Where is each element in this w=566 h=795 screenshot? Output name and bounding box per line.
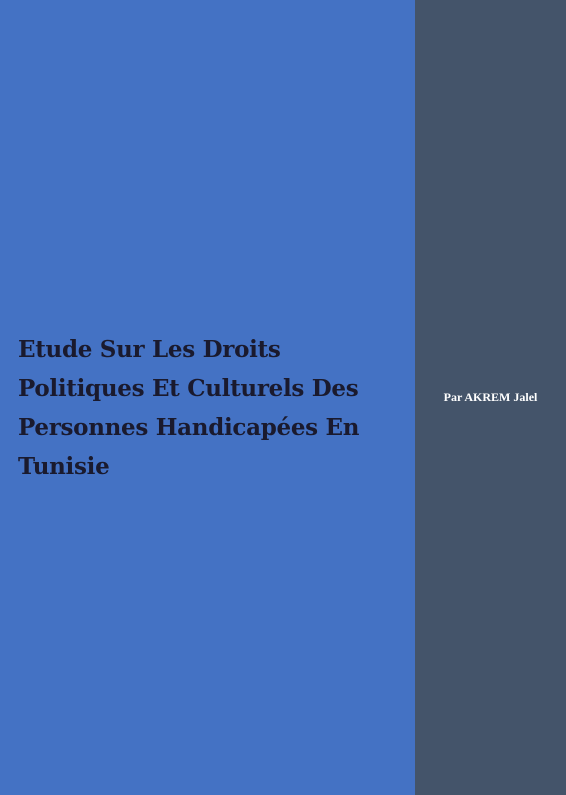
cover-left-panel: Etude Sur Les Droits Politiques Et Cultu… <box>0 0 415 795</box>
document-cover: Etude Sur Les Droits Politiques Et Cultu… <box>0 0 566 795</box>
cover-title-line-1: Etude Sur Les Droits <box>18 336 281 363</box>
cover-author: Par AKREM Jalel <box>443 390 538 404</box>
cover-title-line-3: Personnes Handicapées En <box>18 414 360 441</box>
cover-title: Etude Sur Les Droits Politiques Et Cultu… <box>18 330 408 486</box>
cover-title-line-2: Politiques Et Culturels Des <box>18 375 359 402</box>
cover-title-line-4: Tunisie <box>18 453 110 480</box>
